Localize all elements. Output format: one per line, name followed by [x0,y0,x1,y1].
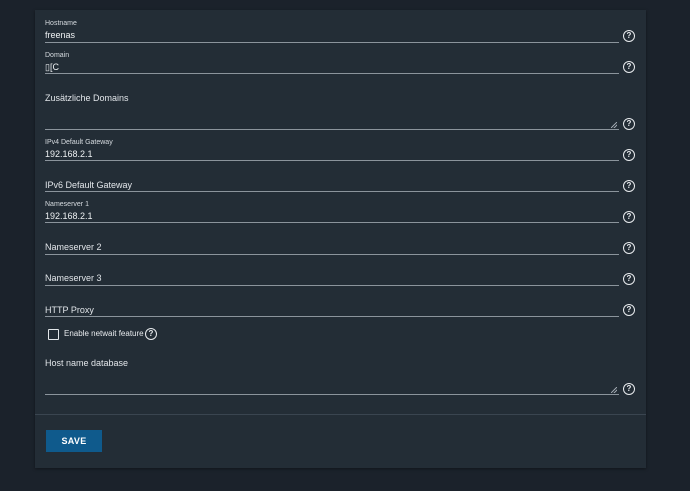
host-name-database-underline [45,394,619,395]
host-name-database-placeholder: Host name database [45,358,129,368]
http-proxy-underline [45,316,619,317]
domain-field[interactable]: Domain ▯[C [45,51,619,74]
additional-domains-textarea[interactable]: Zusätzliche Domains [45,92,619,130]
host-name-database-help-icon[interactable]: ? [623,383,635,395]
nameserver2-field[interactable]: Nameserver 2 [45,241,619,255]
nameserver3-field[interactable]: Nameserver 3 [45,272,619,286]
textarea-resize-handle[interactable] [611,122,617,128]
nameserver1-field[interactable]: Nameserver 1 192.168.2.1 [45,200,619,223]
nameserver1-label: Nameserver 1 [45,201,89,208]
hostname-field[interactable]: Hostname freenas [45,19,619,43]
hostname-underline [45,42,619,43]
additional-domains-underline [45,129,619,130]
ipv6-gateway-help-icon[interactable]: ? [623,180,635,192]
nameserver2-placeholder: Nameserver 2 [45,242,102,252]
ipv4-gateway-input[interactable]: 192.168.2.1 [45,149,93,159]
hostname-input[interactable]: freenas [45,30,75,40]
domain-label: Domain [45,52,70,59]
ipv4-gateway-label: IPv4 Default Gateway [45,139,113,146]
ipv4-gateway-field[interactable]: IPv4 Default Gateway 192.168.2.1 [45,138,619,161]
nameserver3-placeholder: Nameserver 3 [45,273,102,283]
nameserver2-underline [45,254,619,255]
additional-domains-help-icon[interactable]: ? [623,118,635,130]
http-proxy-placeholder: HTTP Proxy [45,305,94,315]
nameserver1-underline [45,222,619,223]
hostname-label: Hostname [45,20,77,27]
nameserver3-help-icon[interactable]: ? [623,273,635,285]
domain-help-icon[interactable]: ? [623,61,635,73]
nameserver2-help-icon[interactable]: ? [623,242,635,254]
ipv6-gateway-field[interactable]: IPv6 Default Gateway [45,179,619,192]
ipv6-gateway-underline [45,191,619,192]
host-name-database-textarea[interactable]: Host name database [45,357,619,395]
save-button[interactable]: SAVE [46,430,102,452]
nameserver1-input[interactable]: 192.168.2.1 [45,211,93,221]
ipv4-gateway-underline [45,160,619,161]
textarea-resize-handle[interactable] [611,387,617,393]
netwait-help-icon[interactable]: ? [145,328,157,340]
ipv6-gateway-placeholder: IPv6 Default Gateway [45,180,133,190]
http-proxy-help-icon[interactable]: ? [623,304,635,316]
ipv4-gateway-help-icon[interactable]: ? [623,149,635,161]
additional-domains-placeholder: Zusätzliche Domains [45,93,129,103]
netwait-label: Enable netwait feature [64,329,144,338]
hostname-help-icon[interactable]: ? [623,30,635,42]
domain-input[interactable]: ▯[C [45,62,59,73]
form-divider [35,414,646,415]
network-global-config-card: Hostname freenas ? Domain ▯[C ? Zusätzli… [35,10,646,468]
netwait-checkbox[interactable] [48,329,59,340]
http-proxy-field[interactable]: HTTP Proxy [45,304,619,317]
nameserver3-underline [45,285,619,286]
domain-underline [45,73,619,74]
nameserver1-help-icon[interactable]: ? [623,211,635,223]
